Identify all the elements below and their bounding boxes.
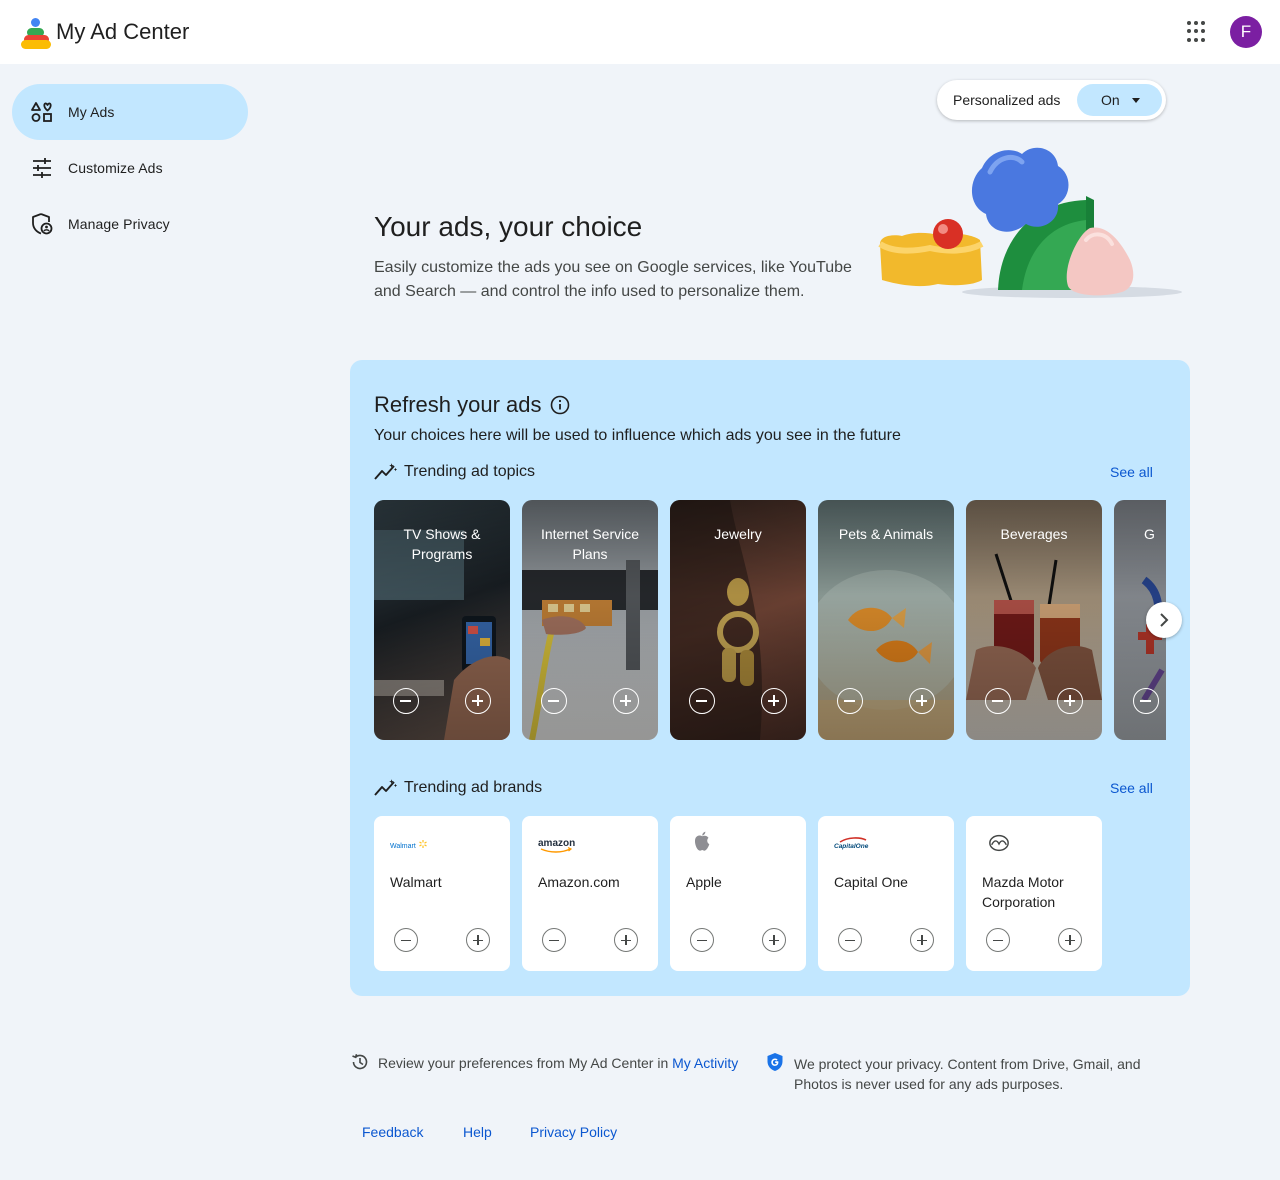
minus-circle-icon[interactable] xyxy=(541,688,567,714)
privacy-note: We protect your privacy. Content from Dr… xyxy=(794,1056,1141,1092)
google-apps-icon[interactable] xyxy=(1187,21,1209,43)
refresh-subtitle: Your choices here will be used to influe… xyxy=(374,427,901,444)
brand-card-mazda[interactable]: Mazda Motor Corporation xyxy=(966,816,1102,971)
refresh-your-ads-panel: Refresh your ads Your choices here will … xyxy=(350,360,1190,996)
carousel-next-button[interactable] xyxy=(1146,602,1182,638)
plus-circle-icon[interactable] xyxy=(1057,688,1083,714)
trending-topics-title: Trending ad topics xyxy=(404,463,536,480)
shield-person-icon xyxy=(32,213,53,235)
top-app-bar: My Ad Center F xyxy=(0,0,1280,64)
personalized-ads-control: Personalized ads On xyxy=(937,80,1166,120)
personalized-ads-dropdown[interactable]: On xyxy=(1077,84,1162,116)
privacy-policy-link[interactable]: Privacy Policy xyxy=(530,1124,617,1140)
hero-shapes-illustration xyxy=(878,147,1182,298)
hero-title: Your ads, your choice xyxy=(374,211,643,242)
brand-card-capital-one[interactable]: CapitalOne Capital One xyxy=(818,816,954,971)
topic-card-pets-animals[interactable]: Pets & Animals xyxy=(818,500,954,740)
minus-circle-icon[interactable] xyxy=(690,928,714,952)
topic-label: Internet Service Plans xyxy=(540,526,640,562)
brands-see-all-link[interactable]: See all xyxy=(1110,780,1153,796)
svg-text:CapitalOne: CapitalOne xyxy=(834,843,869,850)
my-activity-link[interactable]: My Activity xyxy=(672,1055,738,1071)
topic-card-tv-shows[interactable]: TV Shows & Programs xyxy=(374,500,510,740)
minus-circle-icon[interactable] xyxy=(542,928,566,952)
sidebar-item-manage-privacy[interactable]: Manage Privacy xyxy=(12,196,248,252)
category-icon xyxy=(31,102,52,122)
sidebar-item-label: My Ads xyxy=(68,104,115,120)
brand-card-amazon[interactable]: amazon Amazon.com xyxy=(522,816,658,971)
sidebar-item-label: Manage Privacy xyxy=(68,216,170,232)
trending-brands-title: Trending ad brands xyxy=(404,779,543,796)
capital-one-logo: CapitalOne xyxy=(834,837,869,850)
walmart-logo: Walmart xyxy=(390,840,427,850)
topics-see-all-link[interactable]: See all xyxy=(1110,464,1153,480)
app-title[interactable]: My Ad Center xyxy=(56,19,189,45)
google-shield-icon xyxy=(767,1053,783,1071)
plus-circle-icon[interactable] xyxy=(466,928,490,952)
brand-card-walmart[interactable]: Walmart Walmart xyxy=(374,816,510,971)
review-preferences-text: Review your preferences from My Ad Cente… xyxy=(378,1054,738,1072)
sidebar-item-customize-ads[interactable]: Customize Ads xyxy=(12,140,248,196)
personalized-ads-value: On xyxy=(1101,92,1120,108)
topic-card-beverages[interactable]: Beverages xyxy=(966,500,1102,740)
plus-circle-icon[interactable] xyxy=(909,688,935,714)
review-text: Review your preferences from My Ad Cente… xyxy=(378,1055,673,1071)
amazon-logo: amazon xyxy=(538,838,575,853)
info-icon[interactable] xyxy=(550,395,570,415)
mazda-logo-icon xyxy=(989,834,1009,852)
minus-circle-icon[interactable] xyxy=(1133,688,1159,714)
minus-circle-icon[interactable] xyxy=(689,688,715,714)
plus-circle-icon[interactable] xyxy=(614,928,638,952)
brand-name: Mazda Motor Corporation xyxy=(982,874,1064,910)
help-link[interactable]: Help xyxy=(463,1124,492,1140)
brand-card-apple[interactable]: Apple xyxy=(670,816,806,971)
brand-name: Apple xyxy=(686,874,722,890)
personalized-ads-label: Personalized ads xyxy=(953,92,1061,108)
chevron-right-icon xyxy=(1160,613,1169,627)
brand-name: Amazon.com xyxy=(538,874,620,890)
plus-circle-icon[interactable] xyxy=(910,928,934,952)
topic-label: Jewelry xyxy=(714,526,762,542)
trending-icon xyxy=(374,463,398,480)
minus-circle-icon[interactable] xyxy=(838,928,862,952)
trending-icon xyxy=(374,779,398,796)
topics-carousel: TV Shows & Programs Internet Service Pla… xyxy=(374,500,1166,740)
minus-circle-icon[interactable] xyxy=(985,688,1011,714)
my-ad-center-logo-icon[interactable] xyxy=(20,18,52,50)
plus-circle-icon[interactable] xyxy=(762,928,786,952)
minus-circle-icon[interactable] xyxy=(837,688,863,714)
hero-description: Easily customize the ads you see on Goog… xyxy=(374,259,852,300)
sidebar-item-my-ads[interactable]: My Ads xyxy=(12,84,248,140)
sidebar-item-label: Customize Ads xyxy=(68,160,163,176)
tune-icon xyxy=(33,158,51,178)
plus-circle-icon[interactable] xyxy=(761,688,787,714)
plus-circle-icon[interactable] xyxy=(465,688,491,714)
minus-circle-icon[interactable] xyxy=(394,928,418,952)
caret-down-icon xyxy=(1132,98,1140,103)
topic-label: G xyxy=(1144,526,1155,542)
topic-card-jewelry[interactable]: Jewelry xyxy=(670,500,806,740)
apple-logo-icon xyxy=(694,831,710,851)
topic-label: Beverages xyxy=(1000,526,1068,542)
feedback-link[interactable]: Feedback xyxy=(362,1124,423,1140)
svg-text:Walmart: Walmart xyxy=(390,843,416,850)
topic-label: Pets & Animals xyxy=(838,526,934,542)
topic-label: TV Shows & Programs xyxy=(403,526,481,562)
minus-circle-icon[interactable] xyxy=(393,688,419,714)
topic-card-internet-service-plans[interactable]: Internet Service Plans xyxy=(522,500,658,740)
brand-name: Walmart xyxy=(390,874,442,890)
plus-circle-icon[interactable] xyxy=(613,688,639,714)
minus-circle-icon[interactable] xyxy=(986,928,1010,952)
account-avatar[interactable]: F xyxy=(1230,16,1262,48)
svg-text:amazon: amazon xyxy=(538,838,575,849)
plus-circle-icon[interactable] xyxy=(1058,928,1082,952)
history-icon xyxy=(352,1053,368,1070)
brand-name: Capital One xyxy=(834,874,908,890)
refresh-title: Refresh your ads xyxy=(374,392,542,417)
